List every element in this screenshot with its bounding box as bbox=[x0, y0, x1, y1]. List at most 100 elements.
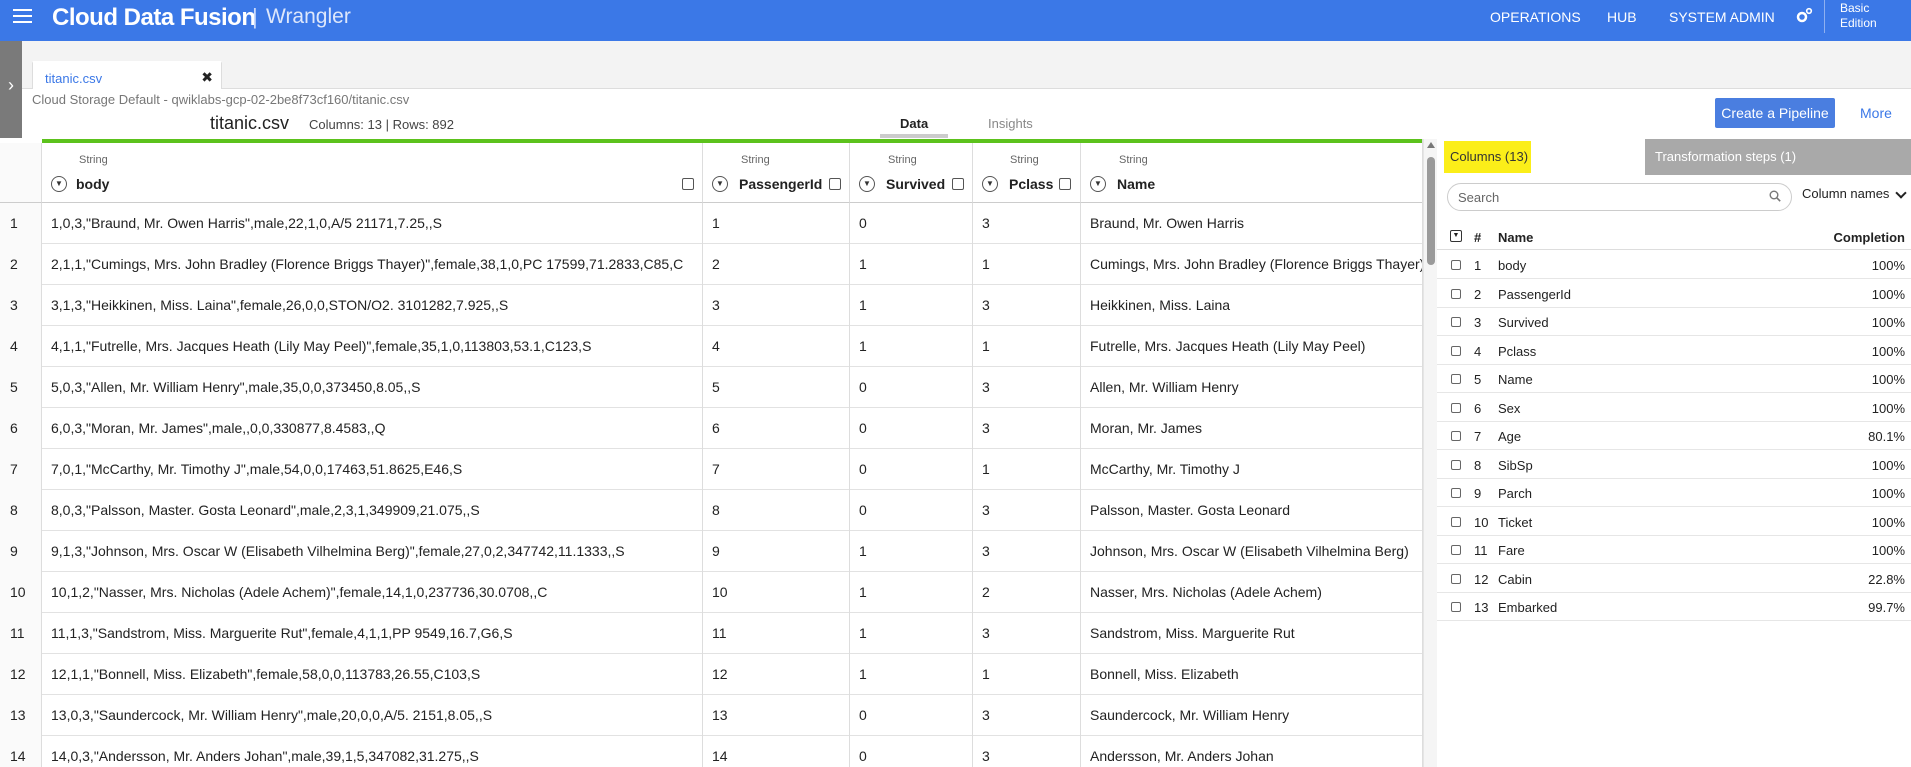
body-cell[interactable]: 6,0,3,"Moran, Mr. James",male,,0,0,33087… bbox=[42, 408, 703, 449]
pclass-cell[interactable]: 3 bbox=[973, 736, 1081, 767]
name-cell[interactable]: Allen, Mr. William Henry bbox=[1081, 367, 1422, 408]
name-cell[interactable]: Bonnell, Miss. Elizabeth bbox=[1081, 654, 1422, 695]
more-button[interactable]: More bbox=[1860, 105, 1892, 121]
column-name[interactable]: Age bbox=[1498, 429, 1521, 444]
tab-insights[interactable]: Insights bbox=[988, 116, 1033, 131]
passengerid-cell[interactable]: 14 bbox=[703, 736, 850, 767]
column-list-item[interactable]: 1 body 100% bbox=[1437, 251, 1911, 279]
survived-cell[interactable]: 1 bbox=[850, 572, 973, 613]
pclass-cell[interactable]: 3 bbox=[973, 285, 1081, 326]
column-header-survived[interactable]: String ▼ Survived bbox=[850, 143, 973, 203]
nav-system-admin[interactable]: SYSTEM ADMIN bbox=[1669, 9, 1775, 25]
table-row[interactable]: 10 10,1,2,"Nasser, Mrs. Nicholas (Adele A… bbox=[0, 572, 1422, 613]
passengerid-cell[interactable]: 6 bbox=[703, 408, 850, 449]
table-row[interactable]: 6 6,0,3,"Moran, Mr. James",male,,0,0,3308… bbox=[0, 408, 1422, 449]
survived-cell[interactable]: 0 bbox=[850, 408, 973, 449]
column-checkbox[interactable] bbox=[1451, 573, 1461, 584]
column-list-item[interactable]: 13 Embarked 99.7% bbox=[1437, 593, 1911, 621]
column-checkbox[interactable] bbox=[1451, 345, 1461, 356]
survived-cell[interactable]: 1 bbox=[850, 285, 973, 326]
passengerid-cell[interactable]: 2 bbox=[703, 244, 850, 285]
column-list-item[interactable]: 2 PassengerId 100% bbox=[1437, 280, 1911, 308]
column-checkbox[interactable] bbox=[1451, 516, 1461, 527]
name-cell[interactable]: McCarthy, Mr. Timothy J bbox=[1081, 449, 1422, 490]
column-list-item[interactable]: 10 Ticket 100% bbox=[1437, 508, 1911, 536]
scroll-up-arrow-icon[interactable] bbox=[1427, 142, 1435, 148]
nav-operations[interactable]: OPERATIONS bbox=[1490, 9, 1581, 25]
body-cell[interactable]: 12,1,1,"Bonnell, Miss. Elizabeth",female… bbox=[42, 654, 703, 695]
body-cell[interactable]: 2,1,1,"Cumings, Mrs. John Bradley (Flore… bbox=[42, 244, 703, 285]
body-cell[interactable]: 11,1,3,"Sandstrom, Miss. Marguerite Rut"… bbox=[42, 613, 703, 654]
column-name[interactable]: Fare bbox=[1498, 543, 1525, 558]
pclass-cell[interactable]: 1 bbox=[973, 654, 1081, 695]
expand-sidebar-chevron-icon[interactable]: › bbox=[0, 41, 22, 138]
table-row[interactable]: 14 14,0,3,"Andersson, Mr. Anders Johan",m… bbox=[0, 736, 1422, 767]
column-list-item[interactable]: 6 Sex 100% bbox=[1437, 394, 1911, 422]
body-cell[interactable]: 8,0,3,"Palsson, Master. Gosta Leonard",m… bbox=[42, 490, 703, 531]
survived-cell[interactable]: 0 bbox=[850, 367, 973, 408]
column-checkbox[interactable] bbox=[1451, 459, 1461, 470]
pclass-cell[interactable]: 3 bbox=[973, 203, 1081, 244]
pclass-cell[interactable]: 3 bbox=[973, 695, 1081, 736]
column-name[interactable]: body bbox=[1498, 258, 1526, 273]
pclass-cell[interactable]: 1 bbox=[973, 449, 1081, 490]
body-cell[interactable]: 10,1,2,"Nasser, Mrs. Nicholas (Adele Ach… bbox=[42, 572, 703, 613]
column-name[interactable]: Survived bbox=[1498, 315, 1549, 330]
name-cell[interactable]: Palsson, Master. Gosta Leonard bbox=[1081, 490, 1422, 531]
survived-cell[interactable]: 0 bbox=[850, 449, 973, 490]
passengerid-cell[interactable]: 7 bbox=[703, 449, 850, 490]
tab-data[interactable]: Data bbox=[900, 116, 928, 131]
column-name[interactable]: Pclass bbox=[1498, 344, 1536, 359]
column-list-item[interactable]: 3 Survived 100% bbox=[1437, 308, 1911, 336]
table-row[interactable]: 5 5,0,3,"Allen, Mr. William Henry",male,3… bbox=[0, 367, 1422, 408]
chevron-down-icon[interactable] bbox=[1895, 187, 1907, 199]
file-tab[interactable]: titanic.csv ✖ bbox=[32, 61, 222, 89]
close-tab-icon[interactable]: ✖ bbox=[201, 69, 213, 86]
column-checkbox[interactable] bbox=[1451, 431, 1461, 441]
passengerid-cell[interactable]: 3 bbox=[703, 285, 850, 326]
column-checkbox[interactable] bbox=[1451, 260, 1461, 270]
column-name[interactable]: Embarked bbox=[1498, 600, 1557, 615]
pclass-cell[interactable]: 3 bbox=[973, 367, 1081, 408]
pclass-cell[interactable]: 1 bbox=[973, 244, 1081, 285]
column-name[interactable]: PassengerId bbox=[1498, 287, 1571, 302]
column-select-checkbox[interactable] bbox=[829, 178, 841, 190]
table-row[interactable]: 3 3,1,3,"Heikkinen, Miss. Laina",female,2… bbox=[0, 285, 1422, 326]
sort-dropdown[interactable]: Column names bbox=[1802, 186, 1889, 201]
column-name[interactable]: Sex bbox=[1498, 401, 1520, 416]
body-cell[interactable]: 5,0,3,"Allen, Mr. William Henry",male,35… bbox=[42, 367, 703, 408]
column-list-item[interactable]: 5 Name 100% bbox=[1437, 365, 1911, 393]
table-row[interactable]: 1 1,0,3,"Braund, Mr. Owen Harris",male,22… bbox=[0, 203, 1422, 244]
column-name[interactable]: SibSp bbox=[1498, 458, 1533, 473]
survived-cell[interactable]: 0 bbox=[850, 695, 973, 736]
column-checkbox[interactable] bbox=[1451, 402, 1461, 413]
column-list-item[interactable]: 11 Fare 100% bbox=[1437, 536, 1911, 564]
column-checkbox[interactable] bbox=[1451, 545, 1461, 555]
select-all-dropdown-icon[interactable]: ▼ bbox=[1450, 230, 1462, 242]
table-row[interactable]: 2 2,1,1,"Cumings, Mrs. John Bradley (Flor… bbox=[0, 244, 1422, 285]
survived-cell[interactable]: 0 bbox=[850, 203, 973, 244]
create-pipeline-button[interactable]: Create a Pipeline bbox=[1715, 98, 1835, 128]
column-select-checkbox[interactable] bbox=[952, 178, 964, 190]
body-cell[interactable]: 9,1,3,"Johnson, Mrs. Oscar W (Elisabeth … bbox=[42, 531, 703, 572]
body-cell[interactable]: 7,0,1,"McCarthy, Mr. Timothy J",male,54,… bbox=[42, 449, 703, 490]
passengerid-cell[interactable]: 13 bbox=[703, 695, 850, 736]
body-cell[interactable]: 14,0,3,"Andersson, Mr. Anders Johan",mal… bbox=[42, 736, 703, 767]
name-cell[interactable]: Saundercock, Mr. William Henry bbox=[1081, 695, 1422, 736]
passengerid-cell[interactable]: 12 bbox=[703, 654, 850, 695]
column-header-body[interactable]: String ▼ body bbox=[42, 143, 703, 203]
passengerid-cell[interactable]: 11 bbox=[703, 613, 850, 654]
body-cell[interactable]: 13,0,3,"Saundercock, Mr. William Henry",… bbox=[42, 695, 703, 736]
column-list-item[interactable]: 4 Pclass 100% bbox=[1437, 337, 1911, 365]
passengerid-cell[interactable]: 4 bbox=[703, 326, 850, 367]
column-dropdown-icon[interactable]: ▼ bbox=[1090, 176, 1106, 192]
column-dropdown-icon[interactable]: ▼ bbox=[712, 176, 728, 192]
name-cell[interactable]: Nasser, Mrs. Nicholas (Adele Achem) bbox=[1081, 572, 1422, 613]
pclass-cell[interactable]: 3 bbox=[973, 490, 1081, 531]
name-cell[interactable]: Johnson, Mrs. Oscar W (Elisabeth Vilhelm… bbox=[1081, 531, 1422, 572]
scroll-thumb[interactable] bbox=[1427, 157, 1435, 265]
column-checkbox[interactable] bbox=[1451, 317, 1461, 327]
body-cell[interactable]: 4,1,1,"Futrelle, Mrs. Jacques Heath (Lil… bbox=[42, 326, 703, 367]
column-checkbox[interactable] bbox=[1451, 288, 1461, 299]
survived-cell[interactable]: 0 bbox=[850, 490, 973, 531]
